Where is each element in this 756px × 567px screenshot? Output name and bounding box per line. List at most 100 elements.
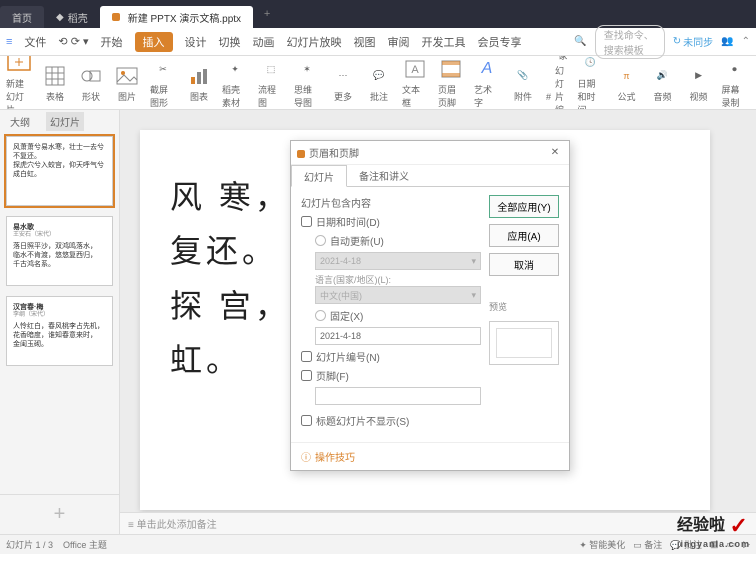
outline-tab-outline[interactable]: 大纲 (6, 112, 34, 131)
input-fixed-date[interactable] (315, 327, 481, 345)
label-language: 语言(国家/地区)(L): (315, 273, 481, 286)
shapes-icon (78, 63, 104, 89)
sync-button[interactable]: ↻ 未同步 (673, 34, 713, 49)
field-slidenumber[interactable]: 幻灯片编号(N) (301, 349, 481, 364)
sync-label: 未同步 (683, 34, 713, 49)
tool-object[interactable]: ▭对象 (546, 56, 568, 62)
dialog-tips[interactable]: ⓘ操作技巧 (291, 442, 569, 470)
tool-equation[interactable]: π公式 (614, 63, 640, 103)
menu-animation[interactable]: 动画 (253, 34, 275, 50)
screenrec-icon: ⏺ (722, 56, 748, 82)
checkbox-dont-show-title[interactable] (301, 415, 312, 426)
radio-autoupdate[interactable] (315, 235, 326, 246)
tool-table[interactable]: 表格 (42, 63, 68, 103)
thumb-title: 汉宫春·梅 (13, 304, 43, 311)
tool-shapes[interactable]: 形状 (78, 63, 104, 103)
tool-picture[interactable]: 图片 (114, 63, 140, 103)
menu-devtools[interactable]: 开发工具 (422, 34, 466, 50)
notes-bar[interactable]: ≡ 单击此处添加备注 (120, 512, 756, 534)
tool-material[interactable]: ✦稻壳素材 (222, 56, 248, 109)
tool-screenrec[interactable]: ⏺屏幕录制 (722, 56, 748, 109)
smart-beautify-button[interactable]: ✦ 智能美化 (579, 538, 625, 551)
label-datetime: 日期和时间(D) (316, 214, 380, 229)
preview-label: 预览 (489, 300, 559, 313)
dialog-tab-notes[interactable]: 备注和讲义 (347, 165, 421, 186)
select-language[interactable]: 中文(中国)▾ (315, 286, 481, 304)
add-slide-button[interactable]: + (0, 494, 119, 534)
tool-comment[interactable]: 💬批注 (366, 63, 392, 103)
dialog-tab-slide[interactable]: 幻灯片 (291, 165, 347, 187)
menu-transition[interactable]: 切换 (219, 34, 241, 50)
field-fixed[interactable]: 固定(X) (315, 308, 481, 323)
tool-attach[interactable]: 📎附件 (510, 63, 536, 103)
video-icon: ▶ (686, 63, 712, 89)
equation-icon: π (614, 63, 640, 89)
menu-view[interactable]: 视图 (354, 34, 376, 50)
tab-home[interactable]: 首页 (0, 6, 44, 28)
notes-label: 单击此处添加备注 (137, 520, 217, 531)
tool-flowchart[interactable]: ⬚流程图 (258, 56, 284, 109)
menu-design[interactable]: 设计 (185, 34, 207, 50)
dialog-close-button[interactable]: ✕ (547, 147, 563, 158)
field-dont-show-title[interactable]: 标题幻灯片不显示(S) (301, 413, 481, 428)
checkbox-datetime[interactable] (301, 216, 312, 227)
menu-member[interactable]: 会员专享 (478, 34, 522, 50)
field-footer[interactable]: 页脚(F) (301, 368, 481, 383)
tool-textbox[interactable]: A文本框 (402, 56, 428, 109)
tool-wordart[interactable]: A艺术字 (474, 56, 500, 109)
tool-label: 屏幕录制 (722, 83, 748, 109)
outline-tab-slides[interactable]: 幻灯片 (46, 112, 84, 131)
apply-all-button[interactable]: 全部应用(Y) (489, 195, 559, 218)
tool-chart[interactable]: 图表 (186, 63, 212, 103)
mindmap-icon: ✶ (294, 56, 320, 82)
search-input[interactable]: 查找命令、搜索模板 (595, 25, 665, 59)
select-date-format[interactable]: 2021-4-18▾ (315, 252, 481, 270)
cancel-button[interactable]: 取消 (489, 253, 559, 276)
tool-new-slide[interactable]: 新建幻灯片 (6, 56, 32, 110)
tool-more[interactable]: ⋯更多 (330, 63, 356, 103)
caret-up-icon[interactable]: ⌃ (742, 36, 750, 47)
tool-label: 视频 (690, 90, 708, 103)
tool-slidenum[interactable]: #幻灯片编号 (546, 64, 568, 110)
tool-datetime[interactable]: 🕓日期和时间 (578, 56, 604, 110)
chart-icon (186, 63, 212, 89)
checkbox-footer[interactable] (301, 370, 312, 381)
menu-insert[interactable]: 插入 (135, 32, 173, 52)
more-icon: ⋯ (330, 63, 356, 89)
radio-fixed[interactable] (315, 310, 326, 321)
checkbox-slidenumber[interactable] (301, 351, 312, 362)
thumbnail-3[interactable]: 汉宫春·梅李纲（宋代）人怜红白，春风桃李占先机， 花香暗度，谁知春意来时， 金闺… (6, 296, 113, 366)
field-autoupdate[interactable]: 自动更新(U) (315, 233, 481, 248)
thumb-sub: 王安石（宋代） (13, 232, 106, 240)
tool-headerfooter[interactable]: 页眉页脚 (438, 56, 464, 109)
apply-button[interactable]: 应用(A) (489, 224, 559, 247)
menu-review[interactable]: 审阅 (388, 34, 410, 50)
new-slide-icon (6, 56, 32, 76)
input-footer-text[interactable] (315, 387, 481, 405)
field-datetime[interactable]: 日期和时间(D) (301, 214, 481, 229)
tool-mindmap[interactable]: ✶思维导图 (294, 56, 320, 109)
collaborate-icon[interactable]: 👥 (721, 36, 733, 47)
tips-icon: ⓘ (301, 449, 311, 464)
tool-screenshot[interactable]: ✂截屏图形 (150, 56, 176, 109)
tab-add[interactable]: + (257, 8, 277, 20)
tool-audio[interactable]: 🔊音频 (650, 63, 676, 103)
status-bar: 幻灯片 1 / 3 Office 主题 ✦ 智能美化 ▭ 备注 💬 批注 ▦ ▭… (0, 534, 756, 554)
tab-docer-label: 稻壳 (68, 10, 88, 25)
tool-label: 思维导图 (294, 83, 320, 109)
tool-label: 图片 (118, 90, 136, 103)
search-icon: 🔍 (574, 36, 586, 47)
thumbnail-2[interactable]: 易水歌王安石（宋代）落日照平沙，双鸿鸣落水， 临水不肯渡，悠悠复西归， 千古鸿名… (6, 216, 113, 286)
label-slidenumber: 幻灯片编号(N) (316, 349, 380, 364)
thumbnail-1[interactable]: 风萧萧兮易水寒，壮士一去兮不复还。 探虎穴兮入蛟宫，仰天呼气兮成白虹。 (6, 136, 113, 206)
tab-document[interactable]: 新建 PPTX 演示文稿.pptx (100, 6, 253, 28)
status-theme: Office 主题 (63, 538, 107, 551)
tool-video[interactable]: ▶视频 (686, 63, 712, 103)
menu-slideshow[interactable]: 幻灯片放映 (287, 34, 342, 50)
svg-text:A: A (411, 64, 419, 76)
menu-start[interactable]: 开始 (101, 34, 123, 50)
tab-docer[interactable]: ◆稻壳 (44, 6, 100, 28)
notes-button[interactable]: ▭ 备注 (633, 538, 662, 551)
menu-file[interactable]: 文件 (24, 34, 46, 50)
slidenum-icon: # (546, 92, 551, 102)
